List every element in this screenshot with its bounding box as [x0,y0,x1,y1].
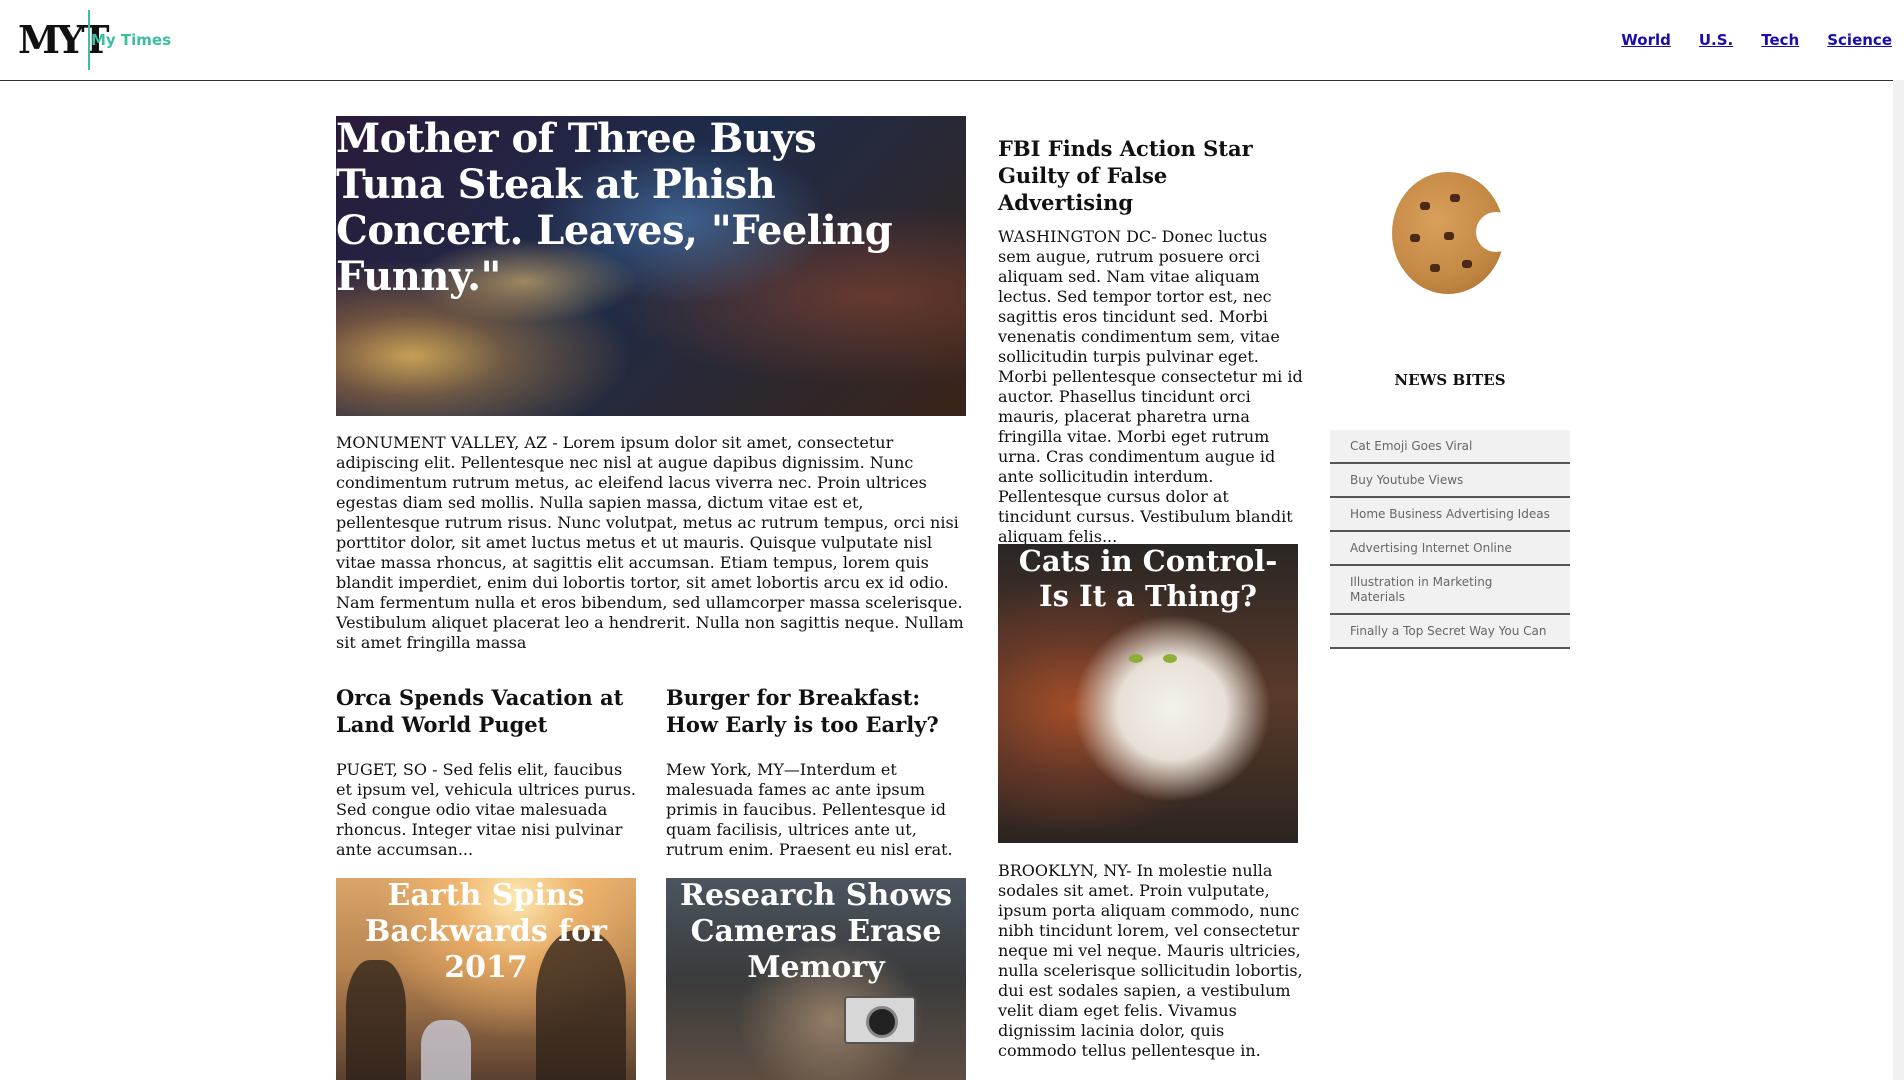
burger-headline[interactable]: Burger for Breakfast: How Early is too E… [666,684,966,738]
scrollbar-track[interactable] [1893,80,1904,1080]
main-nav: World U.S. Tech Science [1621,31,1892,49]
orca-article-body: PUGET, SO - Sed felis elit, faucibus et … [336,760,636,859]
burger-article-body: Mew York, MY—Interdum et malesuada fames… [666,760,953,859]
site-name[interactable]: My Times [91,31,171,49]
camera-icon [844,996,916,1044]
hero-article-body: MONUMENT VALLEY, AZ - Lorem ipsum dolor … [336,433,964,652]
news-bites-list: Cat Emoji Goes Viral Buy Youtube Views H… [1330,430,1570,649]
logo-divider [88,10,90,70]
nav-link-world[interactable]: World [1621,31,1671,49]
fbi-headline[interactable]: FBI Finds Action Star Guilty of False Ad… [998,135,1308,216]
news-bite-item[interactable]: Illustration in Marketing Materials [1330,566,1570,615]
research-cameras-headline[interactable]: Research Shows Cameras Erase Memory [666,878,966,986]
cookie-bite [1476,212,1516,252]
brooklyn-article-body: BROOKLYN, NY- In molestie nulla sodales … [998,861,1303,1060]
site-logo[interactable]: MYT [18,17,109,63]
cat-eye [1163,654,1177,663]
nav-link-science[interactable]: Science [1827,31,1892,49]
camera-lens [866,1006,898,1038]
cookie-icon [1392,172,1516,294]
chocolate-chip [1430,264,1440,272]
cats-control-headline[interactable]: Cats in Control-Is It a Thing? [998,544,1298,614]
chocolate-chip [1462,260,1472,268]
earth-spins-photo[interactable]: Earth Spins Backwards for 2017 [336,878,636,1080]
nav-link-tech[interactable]: Tech [1761,31,1799,49]
news-bite-item[interactable]: Cat Emoji Goes Viral [1330,430,1570,464]
site-header: MYT My Times World U.S. Tech Science [0,0,1904,81]
news-bite-item[interactable]: Home Business Advertising Ideas [1330,498,1570,532]
chocolate-chip [1444,232,1454,240]
cats-control-photo[interactable]: Cats in Control-Is It a Thing? [998,544,1298,843]
nav-link-us[interactable]: U.S. [1699,31,1733,49]
chocolate-chip [1450,194,1460,202]
news-bites-title: NEWS BITES [1394,371,1506,389]
earth-spins-headline[interactable]: Earth Spins Backwards for 2017 [336,878,636,986]
cat-eye [1129,654,1143,663]
child-figure [421,1020,471,1080]
orca-headline[interactable]: Orca Spends Vacation at Land World Puget [336,684,636,738]
fbi-article-body: WASHINGTON DC- Donec luctus sem augue, r… [998,227,1303,546]
chocolate-chip [1410,234,1420,242]
hero-headline[interactable]: Mother of Three Buys Tuna Steak at Phish… [336,116,936,300]
news-bite-item[interactable]: Advertising Internet Online [1330,532,1570,566]
news-bite-item[interactable]: Finally a Top Secret Way You Can [1330,615,1570,649]
news-bite-item[interactable]: Buy Youtube Views [1330,464,1570,498]
research-cameras-photo[interactable]: Research Shows Cameras Erase Memory [666,878,966,1080]
chocolate-chip [1420,202,1430,210]
